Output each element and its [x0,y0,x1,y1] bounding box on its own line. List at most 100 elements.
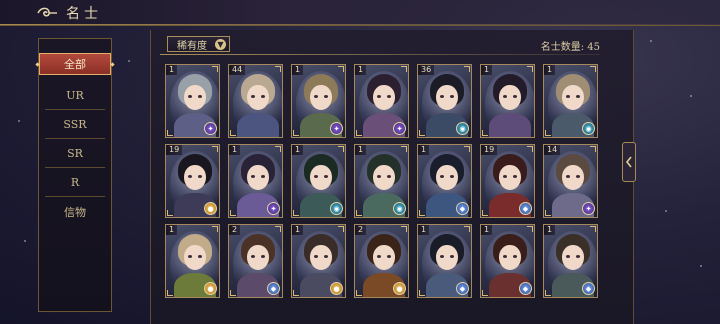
filter-label: 信物 [64,205,86,219]
level-label: 1 [292,225,304,235]
frame-corner [230,210,236,216]
character-card[interactable]: 2 ● [354,224,409,298]
frame-corner [482,290,488,296]
frame-corner [167,210,173,216]
level-label: 1 [544,65,556,75]
level-label: 2 [355,225,367,235]
faction-badge-icon: ◆ [456,202,469,215]
portrait-eyes [251,95,265,98]
character-card[interactable]: 19 ◆ [480,144,535,218]
sort-rarity-button[interactable]: 稀有度 ▼ [167,36,230,52]
toolbar-divider [160,54,600,55]
portrait-eyes [440,255,454,258]
portrait-eyes [377,175,391,178]
filter-ur[interactable]: UR [45,81,105,110]
header-divider [0,24,720,25]
frame-corner [212,226,218,232]
portrait-eyes [440,95,454,98]
portrait-eyes [188,255,202,258]
character-card[interactable]: 1 ✦ [165,64,220,138]
faction-badge-icon: ◆ [582,282,595,295]
filter-label: SR [67,146,83,160]
frame-corner [590,146,596,152]
character-card[interactable]: 1 ◉ [291,144,346,218]
character-card[interactable]: 1 ✦ [228,144,283,218]
character-card[interactable]: 2 ◆ [228,224,283,298]
frame-corner [527,66,533,72]
level-label: 1 [418,145,430,155]
faction-badge-icon: ● [330,282,343,295]
frame-corner [356,130,362,136]
character-card[interactable]: 1 ✦ [291,64,346,138]
character-card[interactable]: 1 ◆ [417,144,472,218]
level-label: 1 [355,145,367,155]
character-card[interactable]: 1 ◆ [480,224,535,298]
faction-badge-icon: ✦ [393,122,406,135]
filter-label: 全部 [64,58,86,71]
faction-badge-icon: ◉ [582,122,595,135]
frame-corner [482,210,488,216]
frame-corner [419,130,425,136]
filter-label: SSR [63,117,87,131]
faction-badge-icon: ● [204,202,217,215]
frame-corner [590,66,596,72]
filter-token[interactable]: 信物 [45,197,105,226]
star [665,210,667,212]
level-label: 1 [166,65,178,75]
level-label: 1 [229,145,241,155]
filter-label: UR [66,88,84,102]
frame-corner [338,226,344,232]
filter-r[interactable]: R [45,168,105,197]
frame-corner [275,146,281,152]
faction-badge-icon: ◉ [456,122,469,135]
filter-sr[interactable]: SR [45,139,105,168]
character-card[interactable]: 1 ● [291,224,346,298]
character-card[interactable]: 1 ◉ [543,64,598,138]
character-card[interactable]: 19 ● [165,144,220,218]
faction-badge-icon: ✦ [267,202,280,215]
level-label: 14 [544,145,561,155]
frame-corner [356,210,362,216]
star [650,40,652,42]
star [700,265,702,267]
level-label: 19 [166,145,183,155]
frame-corner [338,66,344,72]
portrait-eyes [503,255,517,258]
portrait-eyes [566,175,580,178]
level-label: 1 [481,65,493,75]
portrait-eyes [377,95,391,98]
frame-corner [545,210,551,216]
frame-corner [275,226,281,232]
level-label: 1 [418,225,430,235]
page-title: 名士 [66,6,102,22]
portrait-eyes [440,175,454,178]
character-card[interactable]: 1 ◉ [354,144,409,218]
portrait-robe [489,113,531,137]
rarity-filter-sidebar: 全部 UR SSR SR R 信物 [38,38,112,312]
portrait-eyes [314,95,328,98]
filter-ssr[interactable]: SSR [45,110,105,139]
character-card[interactable]: 1 ◆ [417,224,472,298]
faction-badge-icon: ◉ [393,202,406,215]
filter-all[interactable]: 全部 [39,53,111,75]
character-card[interactable]: 36 ◉ [417,64,472,138]
expand-tab[interactable] [622,142,636,182]
faction-badge-icon: ◆ [267,282,280,295]
portrait-eyes [566,95,580,98]
level-label: 44 [229,65,246,75]
ornate-back-icon[interactable] [36,5,58,21]
character-card[interactable]: 1 ✦ [354,64,409,138]
character-card[interactable]: 14 ✦ [543,144,598,218]
star [24,240,26,242]
character-card[interactable]: 44 [228,64,283,138]
character-card[interactable]: 1 ◆ [543,224,598,298]
portrait-eyes [188,175,202,178]
character-card[interactable]: 1 [480,64,535,138]
character-card[interactable]: 1 ● [165,224,220,298]
frame-corner [545,130,551,136]
frame-corner [545,290,551,296]
frame-corner [419,210,425,216]
portrait-eyes [503,95,517,98]
star [18,120,20,122]
star [128,60,130,62]
